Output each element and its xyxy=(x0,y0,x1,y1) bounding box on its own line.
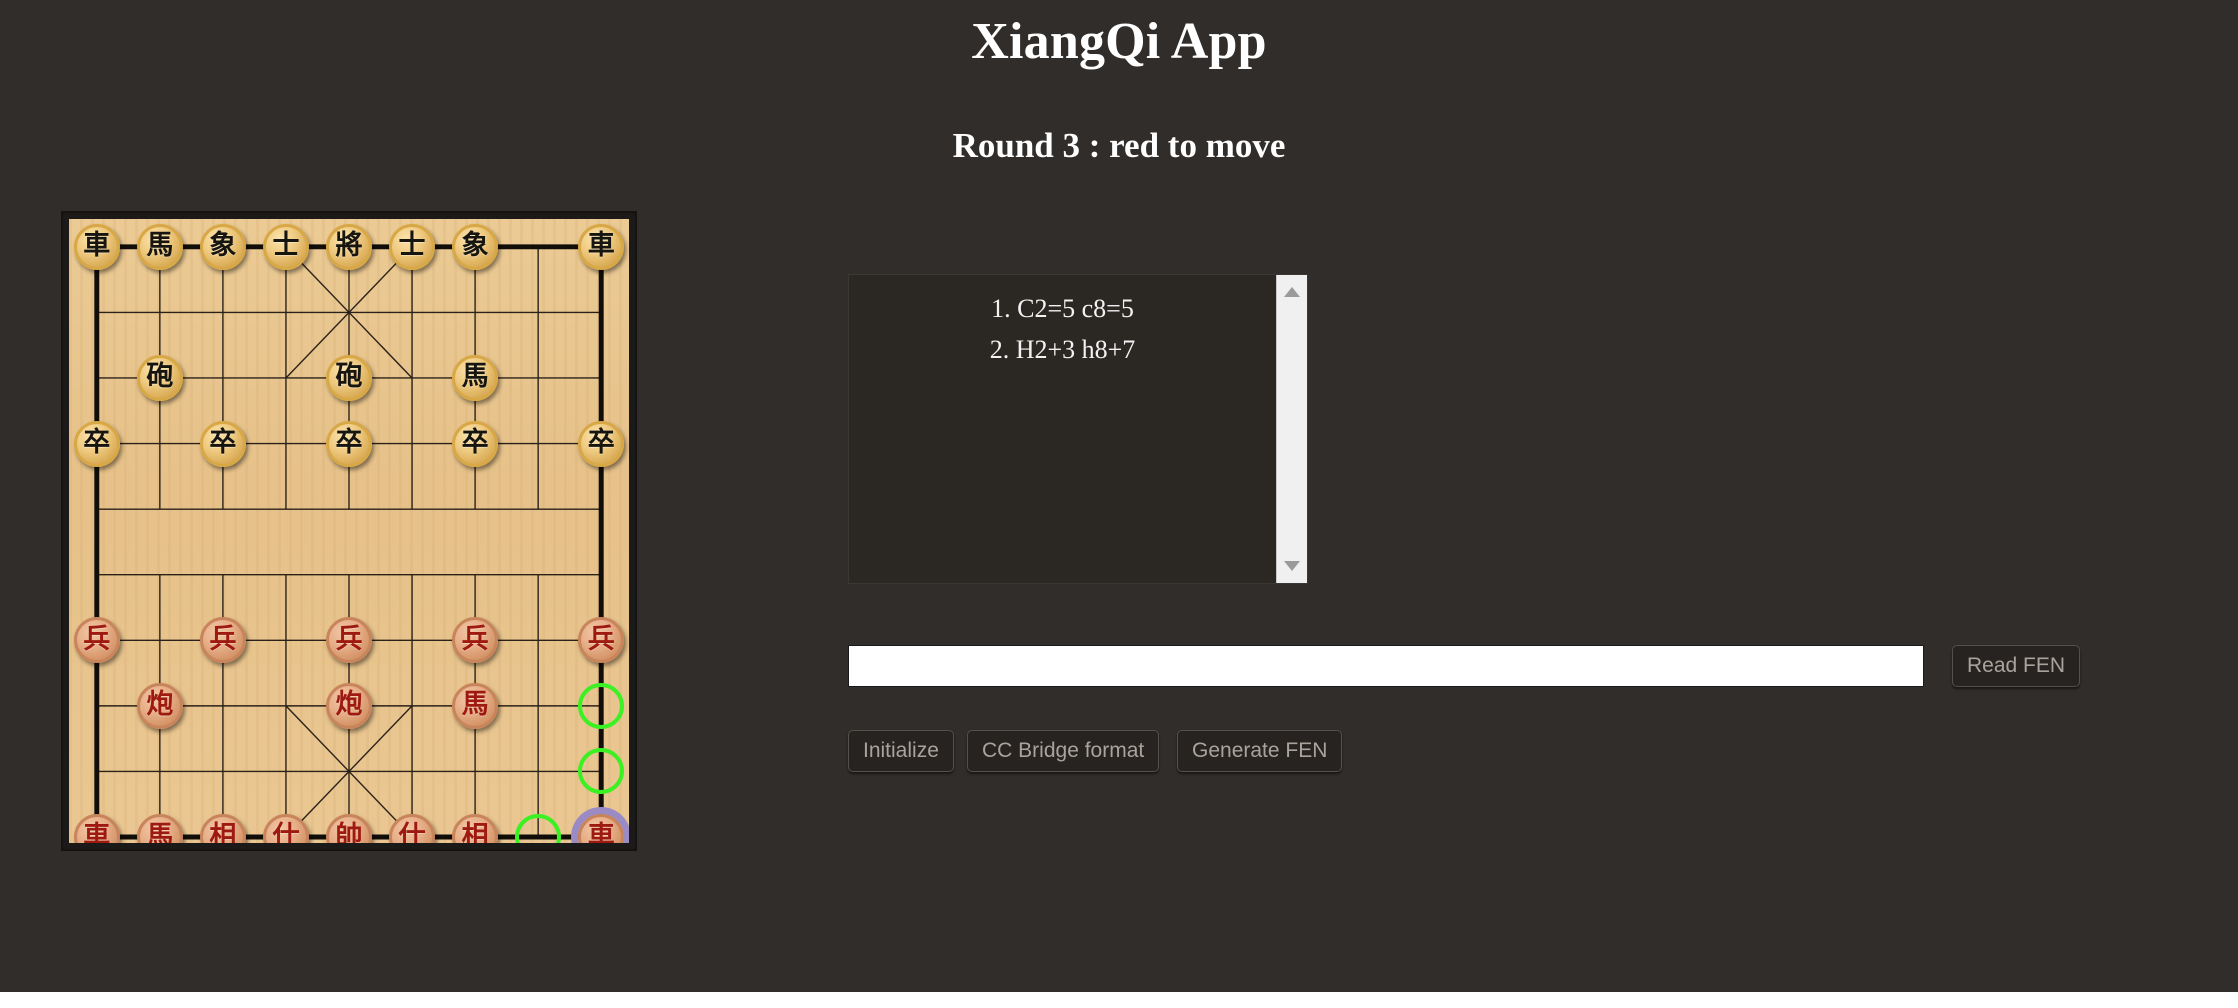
black-cannon-left[interactable]: 砲 xyxy=(136,354,183,401)
xiangqi-board-frame: 車馬象士將士象車砲砲馬卒卒卒卒卒兵兵兵兵兵炮炮馬車馬相仕帥仕相車 xyxy=(61,211,637,851)
piece-glyph: 馬 xyxy=(461,689,489,721)
piece-glyph: 象 xyxy=(209,230,237,262)
red-soldier-1[interactable]: 兵 xyxy=(73,617,120,664)
move-list: 1. C2=5 c8=5 2. H2+3 h8+7 xyxy=(849,275,1276,583)
black-soldier-5[interactable]: 卒 xyxy=(578,420,625,467)
black-chariot-right[interactable]: 車 xyxy=(578,223,625,270)
scroll-up-arrow-icon[interactable] xyxy=(1284,287,1300,297)
round-status: Round 3 : red to move xyxy=(952,126,1286,165)
piece-glyph: 馬 xyxy=(146,820,174,843)
black-soldier-3[interactable]: 卒 xyxy=(326,420,372,467)
generate-fen-button[interactable]: Generate FEN xyxy=(1177,730,1343,772)
piece-glyph: 相 xyxy=(209,820,237,843)
black-general[interactable]: 將 xyxy=(326,223,372,270)
black-horse-right[interactable]: 馬 xyxy=(452,354,499,401)
board-grid xyxy=(94,244,604,840)
piece-glyph: 兵 xyxy=(587,623,615,655)
xiangqi-board[interactable]: 車馬象士將士象車砲砲馬卒卒卒卒卒兵兵兵兵兵炮炮馬車馬相仕帥仕相車 xyxy=(69,219,629,843)
red-soldier-3[interactable]: 兵 xyxy=(326,617,372,664)
piece-glyph: 士 xyxy=(398,230,426,262)
fen-input[interactable] xyxy=(848,645,1924,687)
red-soldier-2[interactable]: 兵 xyxy=(199,617,246,664)
piece-glyph: 馬 xyxy=(461,361,489,393)
move-list-row: 1. C2=5 c8=5 xyxy=(991,294,1134,323)
piece-glyph: 兵 xyxy=(335,623,363,655)
piece-glyph: 卒 xyxy=(335,427,363,459)
piece-glyph: 車 xyxy=(587,820,615,843)
piece-glyph: 炮 xyxy=(335,689,363,721)
move-list-scrollbar[interactable] xyxy=(1276,275,1307,583)
piece-glyph: 將 xyxy=(335,230,363,262)
scroll-down-arrow-icon[interactable] xyxy=(1284,561,1300,571)
move-list-panel: 1. C2=5 c8=5 2. H2+3 h8+7 xyxy=(848,274,1308,584)
red-cannon-left[interactable]: 炮 xyxy=(136,682,183,729)
piece-glyph: 砲 xyxy=(146,361,174,393)
black-horse-left[interactable]: 馬 xyxy=(136,223,183,270)
black-elephant-left[interactable]: 象 xyxy=(199,223,246,270)
piece-glyph: 仕 xyxy=(272,820,300,843)
piece-glyph: 兵 xyxy=(461,623,489,655)
piece-glyph: 車 xyxy=(83,230,111,262)
initialize-button[interactable]: Initialize xyxy=(848,730,954,772)
piece-glyph: 象 xyxy=(461,230,489,262)
piece-glyph: 車 xyxy=(587,230,615,262)
red-horse-right[interactable]: 馬 xyxy=(452,682,499,729)
piece-glyph: 卒 xyxy=(461,427,489,459)
move-list-row: 2. H2+3 h8+7 xyxy=(989,334,1136,364)
piece-glyph: 炮 xyxy=(146,689,174,721)
black-chariot-left[interactable]: 車 xyxy=(73,223,120,270)
piece-glyph: 卒 xyxy=(587,427,615,459)
piece-glyph: 卒 xyxy=(83,427,111,459)
piece-glyph: 砲 xyxy=(335,361,363,393)
black-elephant-right[interactable]: 象 xyxy=(452,223,499,270)
app-page: XiangQi App Round 3 : red to move 車 馬 象 … xyxy=(0,0,2238,992)
black-soldier-4[interactable]: 卒 xyxy=(452,420,499,467)
cc-bridge-format-button[interactable]: CC Bridge format xyxy=(967,730,1160,772)
piece-glyph: 仕 xyxy=(398,820,426,843)
move-hint-col8-row7[interactable] xyxy=(578,682,625,729)
read-fen-button[interactable]: Read FEN xyxy=(1952,645,2081,687)
piece-glyph: 兵 xyxy=(83,623,111,655)
black-cannon-right[interactable]: 砲 xyxy=(326,354,372,401)
piece-glyph: 馬 xyxy=(146,230,174,262)
piece-glyph: 帥 xyxy=(335,820,363,843)
piece-glyph: 兵 xyxy=(209,623,237,655)
red-cannon-right[interactable]: 炮 xyxy=(326,682,372,729)
black-soldier-2[interactable]: 卒 xyxy=(199,420,246,467)
page-title: XiangQi App xyxy=(971,13,1267,70)
black-advisor-right[interactable]: 士 xyxy=(389,223,436,270)
piece-glyph: 卒 xyxy=(209,427,237,459)
piece-glyph: 士 xyxy=(272,230,300,262)
page-bottom-strip xyxy=(0,992,2238,1008)
piece-glyph: 車 xyxy=(83,820,111,843)
piece-glyph: 相 xyxy=(461,820,489,843)
black-advisor-left[interactable]: 士 xyxy=(262,223,309,270)
black-soldier-1[interactable]: 卒 xyxy=(73,420,120,467)
